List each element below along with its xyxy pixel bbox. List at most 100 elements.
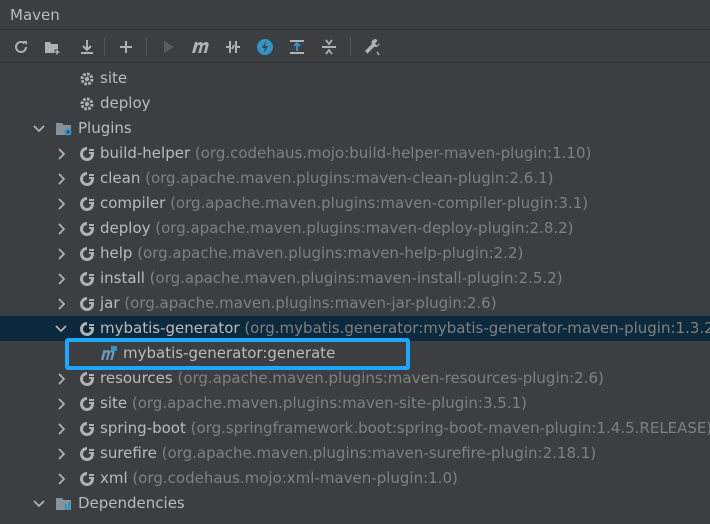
lifecycle-item-row[interactable]: deploy (0, 91, 710, 116)
plugin-label: build-helper (org.codehaus.mojo:build-he… (100, 141, 591, 166)
tree-item-name: deploy (100, 94, 151, 112)
gear-icon (78, 95, 96, 113)
tree-item-name: build-helper (100, 144, 191, 162)
plugin-coordinates: (org.springframework.boot:spring-boot-ma… (185, 419, 710, 437)
plugin-icon (78, 145, 96, 163)
tree-item-name: mybatis-generator:generate (123, 344, 336, 362)
plugin-coordinates: (org.apache.maven.plugins:maven-clean-pl… (140, 169, 554, 187)
goal-label: mybatis-generator:generate (123, 341, 335, 366)
plugin-row[interactable]: resources (org.apache.maven.plugins:mave… (0, 366, 710, 391)
plugin-label: mybatis-generator (org.mybatis.generator… (100, 316, 710, 341)
chevron-right-icon[interactable] (54, 216, 68, 241)
maven-toolbar (0, 30, 710, 63)
plugin-label: spring-boot (org.springframework.boot:sp… (100, 416, 710, 441)
plugin-coordinates: (org.codehaus.mojo:build-helper-maven-pl… (190, 144, 592, 162)
collapse-all-icon[interactable] (318, 36, 340, 58)
tree-item-name: help (100, 244, 133, 262)
download-icon[interactable] (76, 36, 98, 58)
tree-item-name: install (100, 269, 145, 287)
dependencies-label: Dependencies (78, 491, 185, 516)
chevron-right-icon[interactable] (54, 241, 68, 266)
plugin-coordinates: (org.apache.maven.plugins:maven-install-… (144, 269, 563, 287)
plugin-icon (78, 270, 96, 288)
chevron-right-icon[interactable] (54, 416, 68, 441)
plugin-icon (78, 295, 96, 313)
plugin-row[interactable]: deploy (org.apache.maven.plugins:maven-d… (0, 216, 710, 241)
skip-tests-icon[interactable] (254, 36, 276, 58)
tree-item-name: Plugins (78, 119, 132, 137)
chevron-right-icon[interactable] (54, 466, 68, 491)
plugin-coordinates: (org.apache.maven.plugins:maven-jar-plug… (119, 294, 497, 312)
plugin-icon (78, 395, 96, 413)
tree-node-dependencies[interactable]: Dependencies (0, 491, 710, 516)
plugin-icon (78, 220, 96, 238)
plus-icon[interactable] (115, 36, 137, 58)
plugin-label: xml (org.codehaus.mojo:xml-maven-plugin:… (100, 466, 458, 491)
lifecycle-item-label: site (100, 66, 127, 91)
chevron-down-icon[interactable] (32, 116, 46, 141)
add-project-icon[interactable] (41, 36, 63, 58)
plugin-row[interactable]: jar (org.apache.maven.plugins:maven-jar-… (0, 291, 710, 316)
plugin-coordinates: (org.mybatis.generator:mybatis-generator… (239, 319, 710, 337)
show-dependencies-icon[interactable] (286, 36, 308, 58)
plugin-label: surefire (org.apache.maven.plugins:maven… (100, 441, 596, 466)
plugin-row[interactable]: install (org.apache.maven.plugins:maven-… (0, 266, 710, 291)
lifecycle-item-row[interactable]: site (0, 66, 710, 91)
toggle-offline-icon[interactable] (222, 36, 244, 58)
plugin-coordinates: (org.codehaus.mojo:xml-maven-plugin:1.0) (127, 469, 458, 487)
lifecycle-item-label: deploy (100, 91, 151, 116)
tree-item-name: deploy (100, 219, 151, 237)
plugin-row[interactable]: clean (org.apache.maven.plugins:maven-cl… (0, 166, 710, 191)
plugin-row[interactable]: help (org.apache.maven.plugins:maven-hel… (0, 241, 710, 266)
tree-item-name: site (100, 394, 128, 412)
plugin-row[interactable]: surefire (org.apache.maven.plugins:maven… (0, 441, 710, 466)
maven-project-tree: site deploy Plugins build-helper (org.codeh… (0, 64, 710, 524)
plugin-icon (78, 370, 96, 388)
toolbar-separator (146, 38, 147, 56)
plugin-label: install (org.apache.maven.plugins:maven-… (100, 266, 563, 291)
chevron-down-icon[interactable] (32, 491, 46, 516)
tree-item-name: jar (100, 294, 120, 312)
tree-item-name: resources (100, 369, 173, 387)
reload-icon[interactable] (10, 36, 32, 58)
plugin-icon (78, 170, 96, 188)
chevron-right-icon[interactable] (54, 391, 68, 416)
gear-icon (78, 70, 96, 88)
tree-item-name: clean (100, 169, 141, 187)
plugin-label: resources (org.apache.maven.plugins:mave… (100, 366, 604, 391)
chevron-right-icon[interactable] (54, 441, 68, 466)
plugin-icon (78, 195, 96, 213)
settings-wrench-icon[interactable] (361, 36, 383, 58)
chevron-right-icon[interactable] (54, 291, 68, 316)
chevron-down-icon[interactable] (54, 316, 68, 341)
plugin-icon (78, 320, 96, 338)
maven-goal-icon (100, 345, 118, 363)
chevron-right-icon[interactable] (54, 141, 68, 166)
toolbar-separator (350, 38, 351, 56)
dependencies-folder-icon (55, 495, 73, 513)
tree-item-name: surefire (100, 444, 157, 462)
run-icon[interactable] (157, 36, 179, 58)
plugin-goal-row[interactable]: mybatis-generator:generate (0, 341, 710, 366)
plugin-row[interactable]: build-helper (org.codehaus.mojo:build-he… (0, 141, 710, 166)
plugin-coordinates: (org.apache.maven.plugins:maven-resource… (172, 369, 604, 387)
plugin-row[interactable]: compiler (org.apache.maven.plugins:maven… (0, 191, 710, 216)
plugin-icon (78, 445, 96, 463)
tool-window-header: Maven (0, 0, 710, 30)
plugin-row[interactable]: xml (org.codehaus.mojo:xml-maven-plugin:… (0, 466, 710, 491)
tree-item-name: xml (100, 469, 128, 487)
tree-node-plugins[interactable]: Plugins (0, 116, 710, 141)
chevron-right-icon[interactable] (54, 166, 68, 191)
chevron-right-icon[interactable] (54, 266, 68, 291)
tree-item-name: mybatis-generator (100, 319, 240, 337)
toolbar-separator (104, 38, 105, 56)
plugin-row[interactable]: site (org.apache.maven.plugins:maven-sit… (0, 391, 710, 416)
plugin-row[interactable]: mybatis-generator (org.mybatis.generator… (0, 316, 710, 341)
plugin-coordinates: (org.apache.maven.plugins:maven-compiler… (165, 194, 589, 212)
tree-item-name: spring-boot (100, 419, 186, 437)
plugin-row[interactable]: spring-boot (org.springframework.boot:sp… (0, 416, 710, 441)
chevron-right-icon[interactable] (54, 191, 68, 216)
execute-goal-icon[interactable] (189, 36, 211, 58)
plugins-label: Plugins (78, 116, 132, 141)
chevron-right-icon[interactable] (54, 366, 68, 391)
